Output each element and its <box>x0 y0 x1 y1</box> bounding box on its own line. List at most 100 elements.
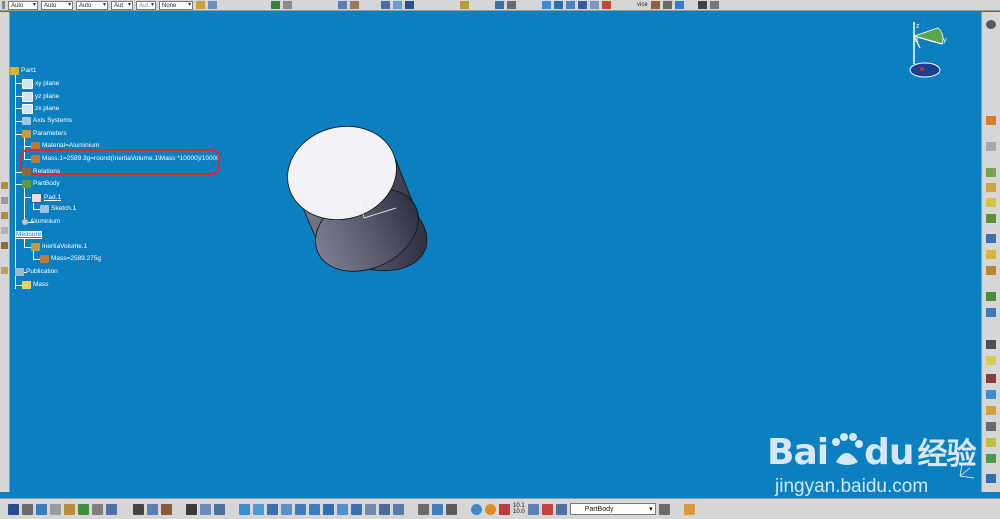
line-weight-combo[interactable]: Auto <box>41 0 73 10</box>
select-arrow-icon[interactable] <box>986 116 996 125</box>
arc-icon[interactable] <box>507 1 516 9</box>
layer-combo[interactable]: Aut <box>136 0 156 10</box>
sketch-tool-icon[interactable] <box>271 1 280 9</box>
groove-icon[interactable] <box>986 214 996 223</box>
pocket-icon[interactable] <box>986 183 996 192</box>
left-tool-icon-3[interactable] <box>1 212 8 219</box>
chamfer-icon[interactable] <box>578 1 587 9</box>
tree-node-publication[interactable]: Publication <box>15 268 58 276</box>
corner-icon[interactable] <box>566 1 575 9</box>
remove-face-icon[interactable] <box>986 406 996 415</box>
tree-node-mass-value[interactable]: Mass=2589.275g <box>40 255 101 263</box>
left-tool-icon-1[interactable] <box>1 182 8 189</box>
options-icon[interactable] <box>709 1 719 9</box>
point-type-combo[interactable]: Aut <box>111 0 133 10</box>
update-icon[interactable] <box>527 503 539 515</box>
fly-mode-icon[interactable] <box>239 503 250 515</box>
close-sketch-icon[interactable] <box>697 1 707 9</box>
left-tool-icon-5[interactable] <box>1 242 8 249</box>
measure-item-icon[interactable] <box>432 503 443 515</box>
macro-icon[interactable] <box>214 503 225 515</box>
left-tool-icon-4[interactable] <box>1 227 8 234</box>
iso-view-icon[interactable] <box>351 503 362 515</box>
rotate-view-icon[interactable] <box>281 503 292 515</box>
analysis-icon[interactable] <box>650 1 660 9</box>
fillet-icon[interactable] <box>986 292 996 301</box>
define-work-object-icon[interactable] <box>541 503 553 515</box>
copy-doc-icon[interactable] <box>50 503 61 515</box>
copy-icon[interactable] <box>338 1 347 9</box>
cylinder-model[interactable] <box>280 118 430 278</box>
gear-icon[interactable] <box>986 20 996 29</box>
draft-icon[interactable] <box>986 340 996 349</box>
tree-node-sketch1[interactable]: Sketch.1 <box>40 205 76 213</box>
sun-icon[interactable] <box>485 503 496 515</box>
undo-icon[interactable] <box>78 503 89 515</box>
render-style-combo[interactable]: None <box>159 0 193 10</box>
tool-icon-a[interactable] <box>986 142 996 151</box>
scroll-icon[interactable] <box>658 503 670 515</box>
formula-icon[interactable] <box>133 503 144 515</box>
measure-inertia-icon[interactable] <box>446 503 457 515</box>
tree-node-parameters[interactable]: Parameters <box>22 130 67 138</box>
construction-icon[interactable] <box>393 1 402 9</box>
catalog-icon[interactable] <box>200 503 211 515</box>
thread-icon[interactable] <box>986 390 996 399</box>
tree-node-xy-plane[interactable]: xy plane <box>22 79 59 89</box>
print-icon[interactable] <box>22 503 33 515</box>
constraint-icon[interactable] <box>602 1 611 9</box>
body-selector[interactable]: PartBody <box>569 503 656 516</box>
thickness-icon[interactable] <box>986 374 996 383</box>
mirror-icon[interactable] <box>986 474 996 483</box>
slot-icon[interactable] <box>986 266 996 275</box>
paint-icon[interactable] <box>196 1 205 9</box>
apply-material-icon[interactable] <box>471 503 482 515</box>
cut-icon[interactable] <box>36 503 47 515</box>
replace-face-icon[interactable] <box>986 422 996 431</box>
record-icon[interactable] <box>499 503 510 515</box>
paste-icon[interactable] <box>350 1 359 9</box>
fit-all-icon[interactable] <box>253 503 264 515</box>
help-icon[interactable] <box>106 503 117 515</box>
conic-icon[interactable] <box>554 1 563 9</box>
save-icon[interactable] <box>8 503 19 515</box>
tree-node-mass[interactable]: Mass <box>22 281 49 289</box>
redo-icon[interactable] <box>92 503 103 515</box>
tree-node-inertia-volume[interactable]: InertiaVolume.1 <box>31 243 87 251</box>
compass-icon[interactable]: z x y <box>898 18 960 82</box>
trim-icon[interactable] <box>590 1 599 9</box>
line-color-combo[interactable]: Auto <box>8 0 38 10</box>
shading-icon[interactable] <box>365 503 376 515</box>
left-tool-icon-2[interactable] <box>1 197 8 204</box>
tree-node-part1[interactable]: Part1 <box>10 67 37 75</box>
pan-icon[interactable] <box>267 503 278 515</box>
zoom-out-icon[interactable] <box>309 503 320 515</box>
rotate-icon[interactable] <box>986 454 996 463</box>
rib-icon[interactable] <box>986 250 996 259</box>
line-type-combo[interactable]: Auto <box>76 0 108 10</box>
grid-icon[interactable] <box>381 1 390 9</box>
zoom-in-icon[interactable] <box>295 503 306 515</box>
measure-icon[interactable] <box>662 1 672 9</box>
brush-icon[interactable] <box>683 503 695 515</box>
table-icon[interactable] <box>161 503 172 515</box>
shell-icon[interactable] <box>986 356 996 365</box>
paste-doc-icon[interactable] <box>64 503 75 515</box>
swap-space-icon[interactable] <box>393 503 404 515</box>
tree-node-axis-systems[interactable]: Axis Systems <box>22 117 72 125</box>
translate-icon[interactable] <box>986 438 996 447</box>
profile-icon[interactable] <box>460 1 469 9</box>
left-tool-icon-6[interactable] <box>1 267 8 274</box>
tree-node-measure[interactable]: Measure <box>15 231 43 239</box>
properties-icon[interactable] <box>208 1 217 9</box>
shaft-icon[interactable] <box>986 198 996 207</box>
spline-icon[interactable] <box>542 1 551 9</box>
tree-node-aluminium[interactable]: Aluminium <box>22 218 60 226</box>
dimension-icon[interactable] <box>405 1 414 9</box>
search-icon[interactable] <box>674 1 684 9</box>
tree-node-zx-plane[interactable]: zx plane <box>22 104 59 114</box>
tree-node-pad1[interactable]: Pad.1 <box>31 193 61 203</box>
hole-icon[interactable] <box>986 234 996 243</box>
tree-node-partbody[interactable]: PartBody <box>22 180 60 188</box>
snap-icon[interactable] <box>283 1 292 9</box>
